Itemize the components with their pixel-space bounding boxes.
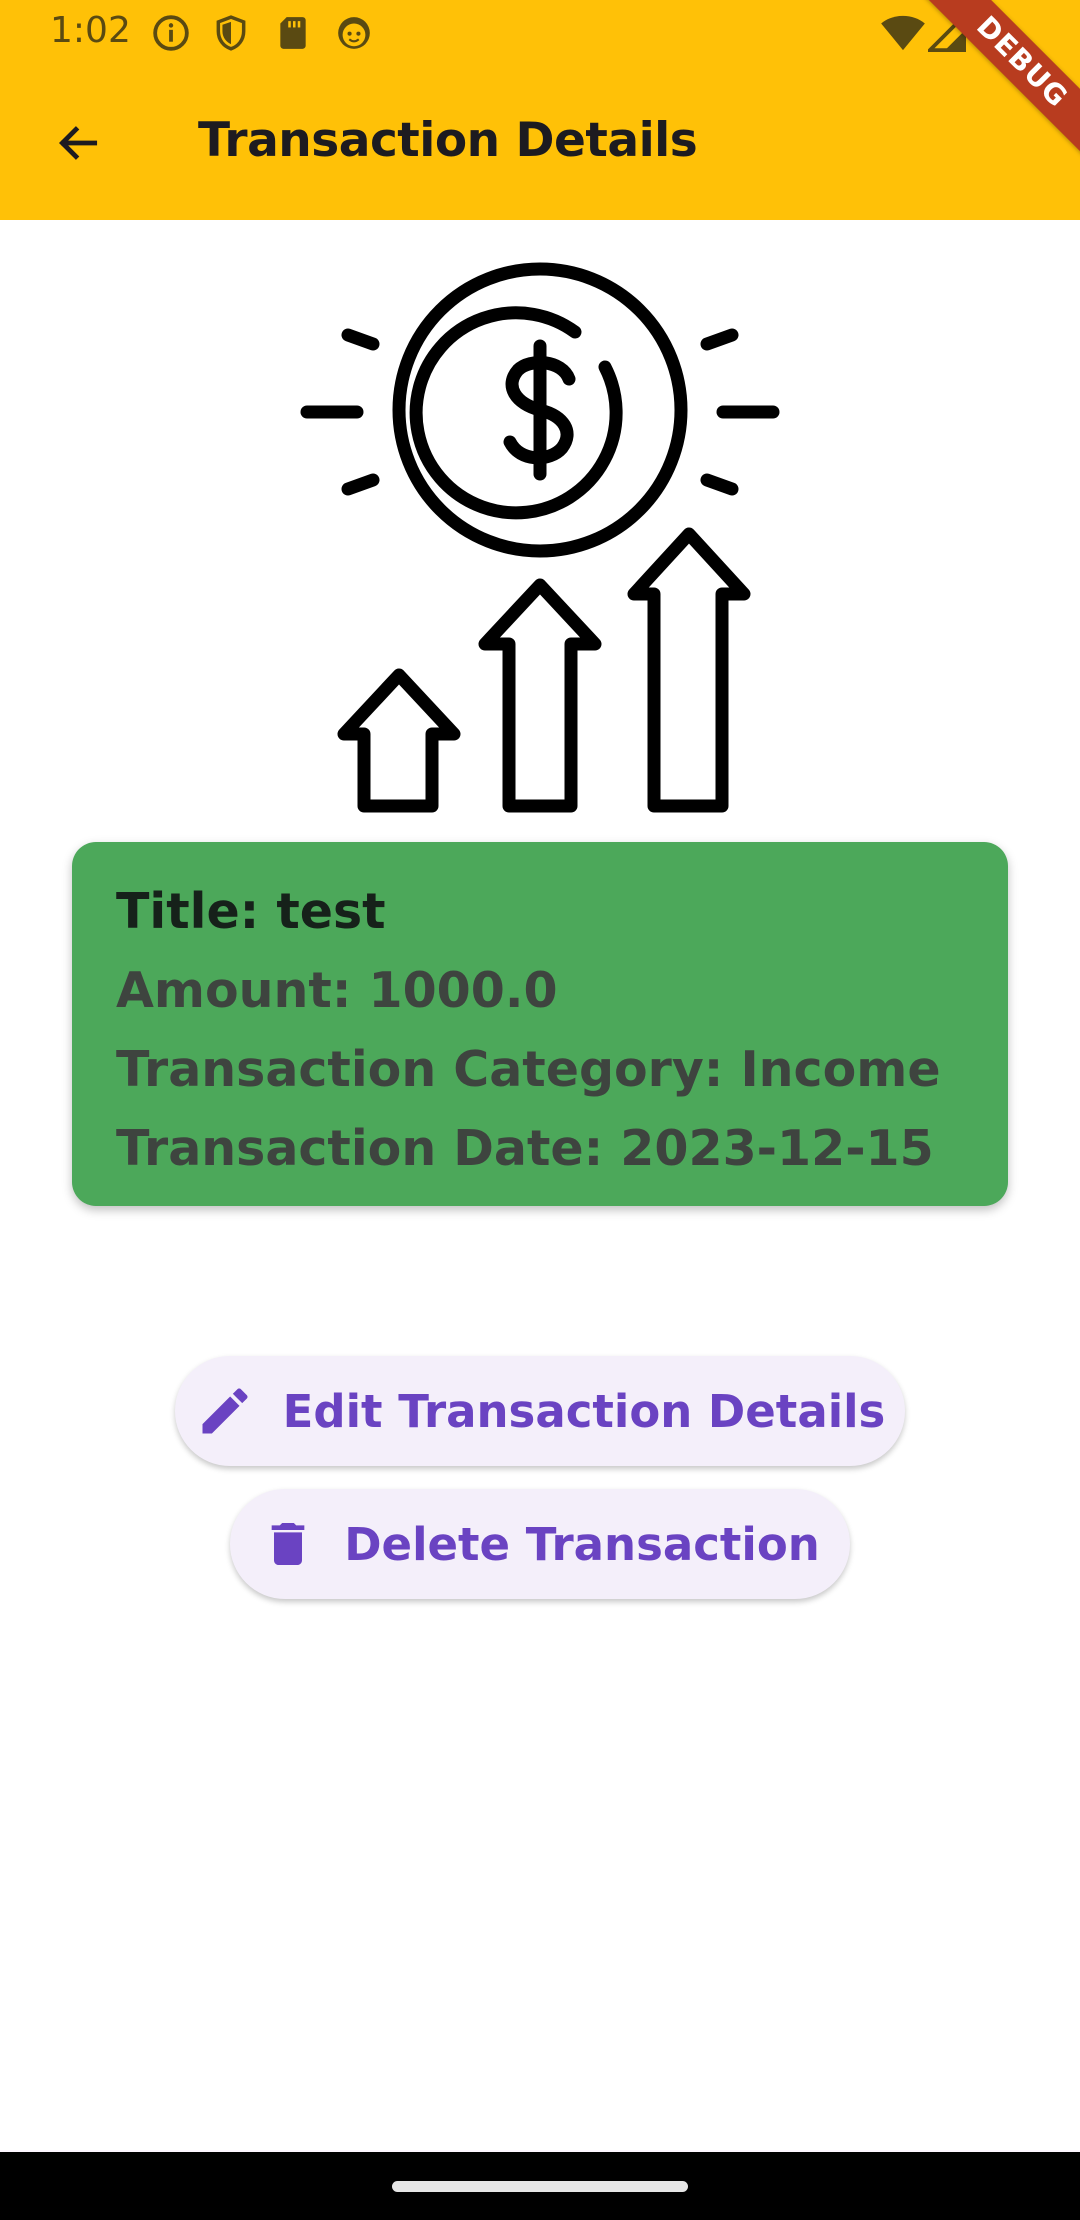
back-button[interactable] [30, 100, 126, 186]
money-growth-icon [300, 262, 780, 813]
status-time: 1:02 [50, 10, 131, 51]
edit-transaction-button[interactable]: Edit Transaction Details [175, 1356, 905, 1466]
delete-transaction-label: Delete Transaction [344, 1517, 820, 1571]
transaction-card: Title: test Amount: 1000.0 Transaction C… [72, 842, 1008, 1206]
home-gesture-handle[interactable] [392, 2181, 688, 2192]
transaction-date: Transaction Date: 2023-12-15 [116, 1120, 934, 1177]
debug-label: DEBUG [921, 0, 1080, 160]
app-bar: 1:02 Transaction Details DEBUG [0, 0, 1080, 220]
shield-icon [216, 15, 246, 51]
status-bar: 1:02 [0, 0, 1080, 66]
arrow-back-icon [58, 126, 98, 160]
debug-banner: DEBUG [920, 0, 1080, 160]
edit-transaction-label: Edit Transaction Details [282, 1384, 886, 1438]
page-title: Transaction Details [198, 113, 698, 168]
transaction-category: Transaction Category: Income [116, 1041, 941, 1098]
transaction-amount: Amount: 1000.0 [116, 962, 558, 1019]
face-icon [338, 17, 370, 49]
transaction-title: Title: test [116, 883, 386, 940]
info-icon [153, 15, 189, 51]
trash-icon [271, 1523, 305, 1565]
delete-transaction-button[interactable]: Delete Transaction [230, 1489, 850, 1599]
pencil-icon [202, 1388, 248, 1434]
sd-card-icon [280, 17, 306, 49]
